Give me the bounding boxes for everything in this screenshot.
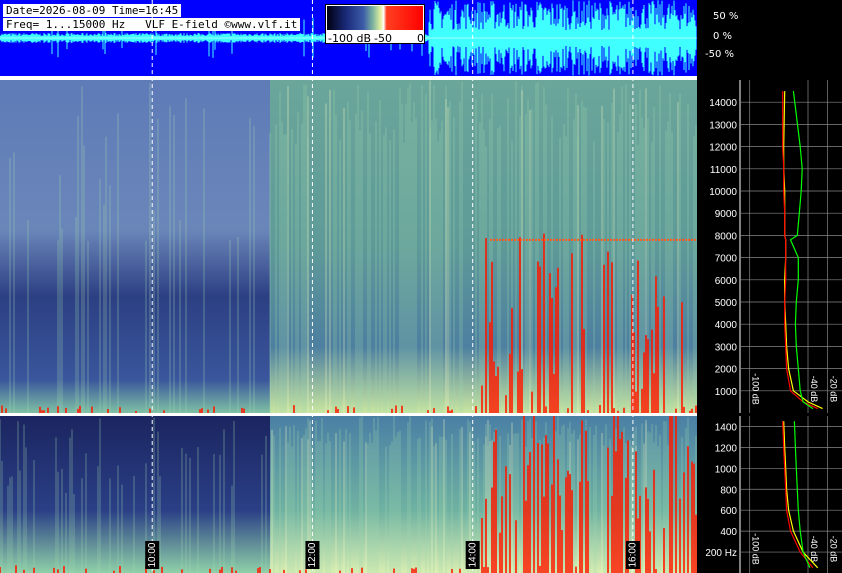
freq-tick-label: 7000 (715, 254, 738, 265)
freq-tick-label: 5000 (715, 298, 738, 309)
freq-tick-label-low: 1400 (715, 422, 738, 433)
db-tick-label-low: -100 dB (751, 533, 761, 565)
colorbar: -100 dB -50 0 (325, 4, 425, 45)
freq-tick-label: 14000 (709, 98, 737, 109)
freq-tick-label: 2000 (715, 365, 738, 376)
vlf-spectrogram-screen: 10:00 12:00 14:00 16:00 1000 2000 3000 4000 500… (0, 0, 842, 573)
time-tick-label: 12:00 (307, 542, 318, 567)
freq-tick-label-low: 200 Hz (705, 548, 737, 559)
freq-tick-label: 11000 (710, 165, 738, 176)
colorbar-label-mid: -50 (374, 32, 392, 45)
freq-tick-label: 4000 (715, 320, 738, 331)
waveform-label-50: 50 % (713, 11, 739, 22)
colorbar-label-max: 0 (417, 32, 424, 45)
db-tick-label-full: -100 dB (751, 373, 761, 405)
time-tick-label: 16:00 (628, 542, 639, 567)
freq-tick-label-low: 400 (720, 527, 737, 538)
colorbar-gradient (327, 6, 423, 30)
freq-tick-label: 10000 (709, 187, 737, 198)
db-tick-label-full: -40 dB (809, 376, 819, 403)
freq-tick-label: 8000 (715, 231, 738, 242)
freq-tick-label-low: 1000 (715, 464, 738, 475)
freq-tick-label-low: 600 (720, 506, 737, 517)
db-tick-label-full: -20 dB (828, 376, 838, 403)
time-tick-label: 14:00 (467, 542, 478, 567)
frequency-label: Freq= 1...15000 Hz VLF E-field ©www.vlf.… (3, 18, 301, 31)
freq-tick-label: 13000 (709, 120, 737, 131)
freq-tick-label: 3000 (715, 342, 738, 353)
freq-tick-label-low: 800 (720, 485, 737, 496)
colorbar-label-min: -100 dB (328, 32, 371, 45)
freq-tick-label: 12000 (709, 143, 737, 154)
spectrogram-low-left (0, 416, 270, 573)
date-time-label: Date=2026-08-09 Time=16:45 (3, 4, 182, 17)
spectrogram-figure: 10:00 12:00 14:00 16:00 1000200030004000500… (0, 0, 842, 573)
freq-tick-label: 6000 (715, 276, 738, 287)
freq-tick-label: 1000 (715, 387, 738, 398)
time-tick-label: 10:00 (147, 542, 158, 567)
freq-tick-label: 9000 (715, 209, 738, 220)
waveform-label-minus50: -50 % (705, 49, 735, 60)
db-tick-label-low: -40 dB (809, 536, 819, 563)
freq-tick-label-low: 1200 (715, 443, 738, 454)
db-tick-label-low: -20 dB (828, 536, 838, 563)
waveform-label-0: 0 % (713, 31, 733, 42)
